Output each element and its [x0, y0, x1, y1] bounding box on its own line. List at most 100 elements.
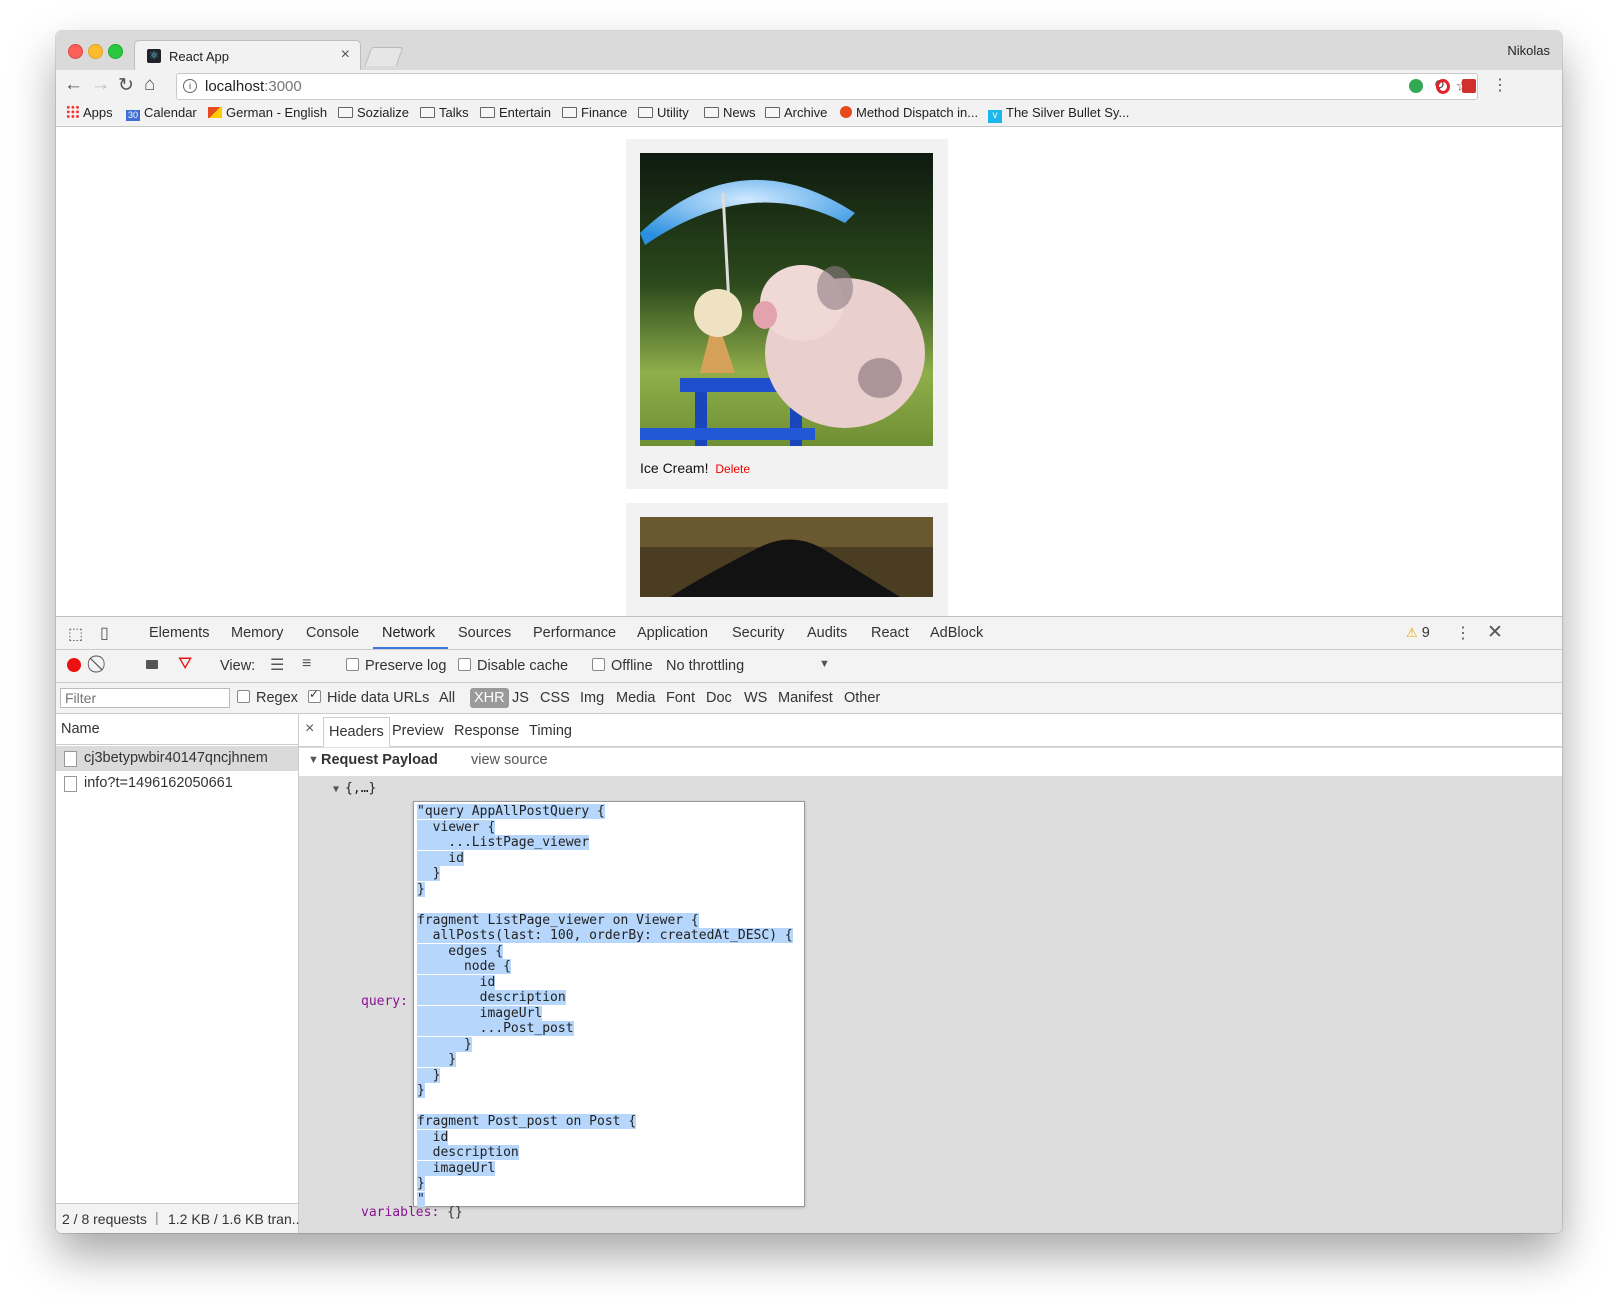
forward-arrow-icon[interactable]: →: [91, 74, 110, 96]
bookmark-talks[interactable]: Talks: [420, 105, 469, 120]
large-rows-icon[interactable]: ☰: [270, 655, 284, 675]
bookmark-apps[interactable]: Apps: [66, 105, 113, 120]
type-filter-img[interactable]: Img: [580, 690, 604, 706]
tab-title: React App: [169, 49, 229, 64]
bookmark-finance[interactable]: Finance: [562, 105, 627, 120]
filter-funnel-icon[interactable]: ⛛: [178, 654, 192, 674]
url-host: localhost: [205, 78, 265, 95]
warnings-counter[interactable]: ⚠ 9: [1406, 625, 1430, 641]
request-row[interactable]: cj3betypwbir40147qncjhnem: [56, 746, 298, 771]
hide-data-urls-checkbox[interactable]: Hide data URLs: [308, 687, 429, 706]
tab-adblock[interactable]: AdBlock: [930, 625, 983, 641]
info-icon[interactable]: i: [183, 79, 197, 93]
tab-preview[interactable]: Preview: [392, 723, 444, 739]
type-filter-css[interactable]: CSS: [540, 690, 570, 706]
maximize-window-button[interactable]: [108, 44, 123, 59]
request-payload-header[interactable]: ▼ Request Payload view source: [299, 748, 1562, 776]
code-line: imageUrl: [417, 1160, 496, 1176]
code-line: id: [417, 850, 464, 866]
status-divider: |: [155, 1209, 159, 1225]
code-line: }: [417, 1083, 425, 1098]
type-filter-js[interactable]: JS: [512, 690, 529, 706]
type-filter-xhr[interactable]: XHR: [470, 688, 509, 708]
profile-name[interactable]: Nikolas: [1507, 43, 1550, 58]
throttling-select[interactable]: No throttling: [666, 658, 744, 674]
close-tab-icon[interactable]: ×: [341, 46, 350, 64]
query-key: query:: [361, 994, 408, 1009]
type-filter-manifest[interactable]: Manifest: [778, 690, 833, 706]
preserve-log-checkbox[interactable]: Preserve log: [346, 658, 446, 674]
type-filter-font[interactable]: Font: [666, 690, 695, 706]
tab-audits[interactable]: Audits: [807, 625, 847, 641]
tab-network[interactable]: Network: [382, 625, 435, 641]
code-line: id: [417, 1129, 449, 1145]
type-filter-all[interactable]: All: [439, 690, 455, 706]
query-value-editor[interactable]: "query AppAllPostQuery { viewer { ...Lis…: [413, 801, 805, 1207]
close-devtools-icon[interactable]: ✕: [1487, 621, 1503, 644]
extension-red-icon[interactable]: [1462, 79, 1476, 93]
tab-console[interactable]: Console: [306, 625, 359, 641]
expand-triangle-icon[interactable]: ▼: [308, 754, 319, 766]
minimize-window-button[interactable]: [88, 44, 103, 59]
tab-elements[interactable]: Elements: [149, 625, 209, 641]
tab-application[interactable]: Application: [637, 625, 708, 641]
bookmark-entertain[interactable]: Entertain: [480, 105, 551, 120]
folder-icon: [562, 107, 577, 118]
request-row[interactable]: info?t=1496162050661: [56, 771, 298, 796]
regex-checkbox[interactable]: Regex: [237, 690, 298, 706]
payload-object[interactable]: ▼ {,…}: [333, 781, 376, 796]
folder-icon: [704, 107, 719, 118]
bookmark-calendar[interactable]: 30 Calendar: [126, 105, 197, 121]
new-tab-button[interactable]: [364, 47, 404, 66]
chrome-menu-icon[interactable]: ⋮: [1492, 75, 1508, 95]
close-window-button[interactable]: [68, 44, 83, 59]
home-icon[interactable]: ⌂: [144, 74, 155, 96]
tab-timing[interactable]: Timing: [529, 723, 572, 739]
devtools-menu-icon[interactable]: ⋮: [1455, 623, 1471, 643]
code-line: fragment Post_post on Post {: [417, 1114, 637, 1129]
inspect-element-icon[interactable]: ⬚: [68, 624, 83, 644]
code-line: allPosts(last: 100, orderBy: createdAt_D…: [417, 928, 793, 943]
document-icon: [64, 776, 77, 792]
name-column-header[interactable]: Name: [56, 714, 298, 745]
bookmark-german-english[interactable]: German - English: [208, 105, 327, 120]
reload-icon[interactable]: ↻: [118, 74, 134, 97]
active-tab-indicator: [373, 647, 448, 649]
delete-post-link[interactable]: Delete: [715, 462, 750, 476]
offline-checkbox[interactable]: Offline: [592, 658, 653, 674]
type-filter-media[interactable]: Media: [616, 690, 656, 706]
tab-headers[interactable]: Headers: [323, 717, 390, 747]
extension-green-icon[interactable]: [1409, 79, 1423, 93]
bookmark-utility[interactable]: Utility: [638, 105, 689, 120]
view-source-link[interactable]: view source: [471, 752, 548, 768]
browser-tab[interactable]: ⚛ React App ×: [134, 40, 361, 72]
variables-row[interactable]: variables: {}: [361, 1205, 463, 1220]
folder-icon: [480, 107, 495, 118]
record-button[interactable]: [67, 658, 81, 672]
capture-screenshots-icon[interactable]: [146, 660, 158, 669]
tab-sources[interactable]: Sources: [458, 625, 511, 641]
opera-extension-icon[interactable]: [1436, 79, 1450, 94]
chevron-down-icon[interactable]: ▼: [819, 658, 830, 670]
tab-security[interactable]: Security: [732, 625, 784, 641]
bookmark-method-dispatch[interactable]: Method Dispatch in...: [840, 105, 978, 120]
tab-react[interactable]: React: [871, 625, 909, 641]
tab-memory[interactable]: Memory: [231, 625, 283, 641]
address-bar[interactable]: i localhost:3000 ⚲ ☆: [176, 73, 1478, 100]
bookmark-silver-bullet[interactable]: v The Silver Bullet Sy...: [988, 105, 1129, 123]
type-filter-other[interactable]: Other: [844, 690, 880, 706]
close-details-icon[interactable]: ×: [305, 720, 314, 738]
bookmark-news[interactable]: News: [704, 105, 756, 120]
waterfall-icon[interactable]: ≡: [302, 655, 311, 673]
tab-performance[interactable]: Performance: [533, 625, 616, 641]
type-filter-ws[interactable]: WS: [744, 690, 767, 706]
bookmark-sozialize[interactable]: Sozialize: [338, 105, 409, 120]
tab-response[interactable]: Response: [454, 723, 519, 739]
bookmark-archive[interactable]: Archive: [765, 105, 827, 120]
filter-input[interactable]: [60, 688, 230, 708]
device-toolbar-icon[interactable]: ▯: [100, 623, 109, 643]
type-filter-doc[interactable]: Doc: [706, 690, 732, 706]
disable-cache-checkbox[interactable]: Disable cache: [458, 658, 568, 674]
apps-grid-icon: [66, 105, 79, 118]
back-arrow-icon[interactable]: ←: [64, 74, 83, 96]
